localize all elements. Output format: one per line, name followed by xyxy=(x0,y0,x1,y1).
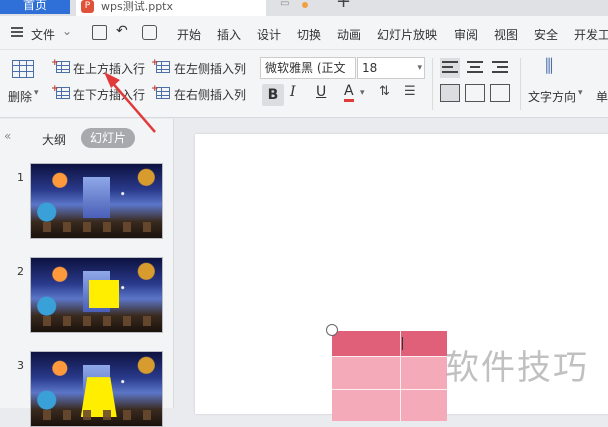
thumbnail-tables-graphic xyxy=(31,410,162,420)
arrow-shaft xyxy=(109,79,156,133)
watermark-text: 软件技巧 xyxy=(445,348,589,388)
arrow-head xyxy=(104,72,120,88)
